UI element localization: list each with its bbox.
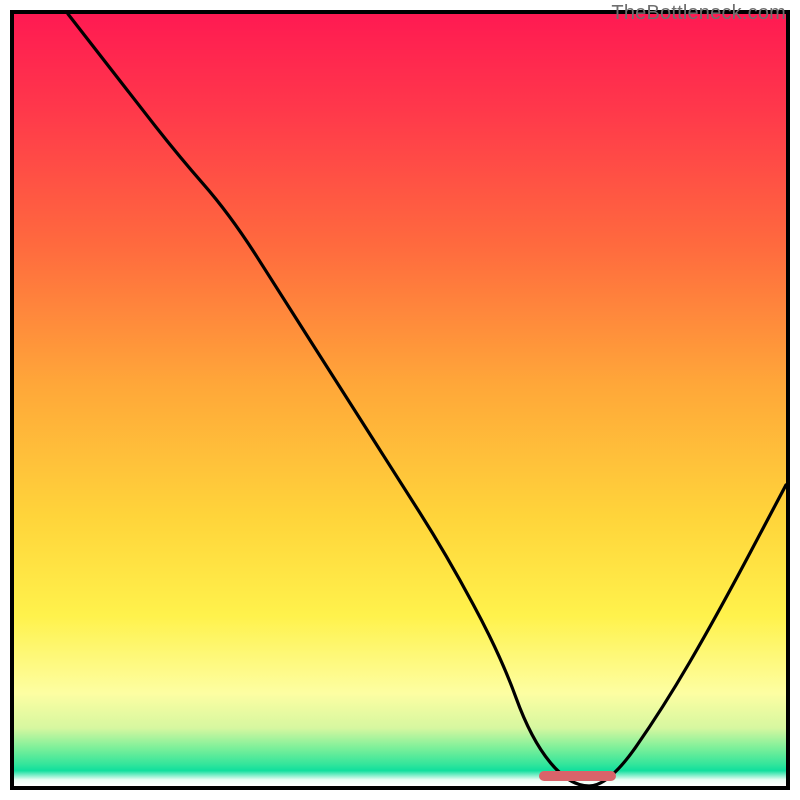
chart-stage: TheBottleneck.com xyxy=(0,0,800,800)
watermark-text: TheBottleneck.com xyxy=(611,2,786,25)
plot-area xyxy=(10,10,790,790)
optimal-range-marker xyxy=(539,771,616,781)
bottleneck-curve xyxy=(14,14,786,786)
